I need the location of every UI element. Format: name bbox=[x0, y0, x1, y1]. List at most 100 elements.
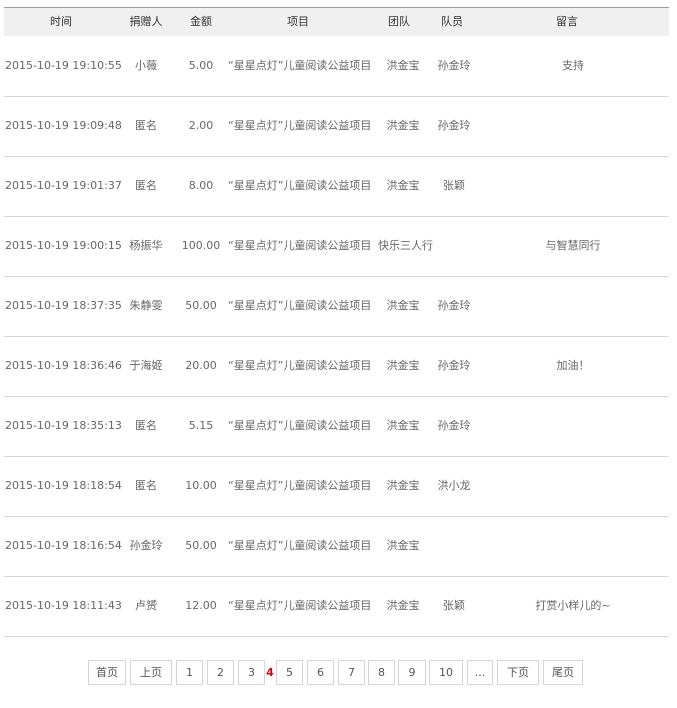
cell-member: 张颖 bbox=[443, 599, 465, 612]
header-member: 队员 bbox=[441, 15, 463, 28]
cell-donor: 匿名 bbox=[135, 119, 157, 132]
page-button-2[interactable]: 2 bbox=[207, 660, 234, 685]
cell-team: 洪金宝 bbox=[386, 119, 420, 132]
page-button-7[interactable]: 7 bbox=[338, 660, 365, 685]
cell-project: “星星点灯”儿童阅读公益项目 bbox=[228, 59, 372, 72]
cell-amount: 8.00 bbox=[188, 179, 214, 192]
cell-donor: 朱静雯 bbox=[129, 299, 163, 312]
cell-member bbox=[428, 216, 480, 276]
cell-message bbox=[484, 516, 662, 576]
cell-message: 加油！ bbox=[556, 359, 590, 372]
cell-member: 孙金玲 bbox=[437, 359, 471, 372]
cell-project: “星星点灯”儿童阅读公益项目 bbox=[228, 239, 372, 252]
cell-time: 2015-10-19 19:00:15 bbox=[5, 239, 122, 252]
cell-time: 2015-10-19 18:35:13 bbox=[5, 419, 122, 432]
cell-message bbox=[484, 96, 662, 156]
cell-donor: 孙金玲 bbox=[129, 539, 163, 552]
cell-project: “星星点灯”儿童阅读公益项目 bbox=[228, 359, 372, 372]
page-button-9[interactable]: 9 bbox=[398, 660, 426, 685]
cell-team: 洪金宝 bbox=[386, 359, 420, 372]
cell-team: 快乐三人行 bbox=[378, 239, 433, 252]
pagination-ellipsis: ... bbox=[467, 660, 493, 685]
table-row: 2015-10-19 19:00:15 杨振华 100.00 “星星点灯”儿童阅读公益… bbox=[4, 216, 669, 277]
first-page-button[interactable]: 首页 bbox=[88, 660, 126, 685]
cell-amount: 50.00 bbox=[185, 299, 217, 312]
cell-team: 洪金宝 bbox=[386, 299, 420, 312]
header-time: 时间 bbox=[50, 15, 72, 28]
table-header: 时间 捐赠人 金额 项目 团队 队员 留言 bbox=[4, 8, 669, 36]
table-row: 2015-10-19 18:16:54 孙金玲 50.00 “星星点灯”儿童阅读公益项… bbox=[4, 516, 669, 577]
cell-time: 2015-10-19 18:11:43 bbox=[5, 599, 122, 612]
table-row: 2015-10-19 18:18:54 匿名 10.00 “星星点灯”儿童阅读公益项目… bbox=[4, 456, 669, 517]
cell-member bbox=[428, 516, 480, 576]
cell-team: 洪金宝 bbox=[386, 419, 420, 432]
cell-message bbox=[484, 456, 662, 516]
pagination: 首页 上页 1 2 3 4 5 6 7 8 9 10 ... 下页 尾页 bbox=[4, 660, 669, 685]
page-button-1[interactable]: 1 bbox=[176, 660, 203, 685]
cell-message bbox=[484, 276, 662, 336]
table-row: 2015-10-19 19:10:55 小薇 5.00 “星星点灯”儿童阅读公益项目 洪… bbox=[4, 36, 669, 97]
page-button-10[interactable]: 10 bbox=[429, 660, 463, 685]
cell-project: “星星点灯”儿童阅读公益项目 bbox=[228, 299, 372, 312]
header-message: 留言 bbox=[556, 15, 578, 28]
header-donor: 捐赠人 bbox=[129, 15, 163, 28]
cell-time: 2015-10-19 18:16:54 bbox=[5, 539, 122, 552]
header-amount: 金额 bbox=[190, 15, 212, 28]
cell-amount: 5.00 bbox=[188, 59, 214, 72]
page-button-5[interactable]: 5 bbox=[276, 660, 303, 685]
cell-message: 支持 bbox=[562, 59, 584, 72]
cell-donor: 卢赟 bbox=[135, 599, 157, 612]
cell-member: 洪小龙 bbox=[437, 479, 471, 492]
cell-donor: 于海姬 bbox=[129, 359, 163, 372]
next-page-button[interactable]: 下页 bbox=[497, 660, 539, 685]
cell-message: 与智慧同行 bbox=[545, 239, 601, 252]
cell-time: 2015-10-19 19:01:37 bbox=[5, 179, 122, 192]
cell-donor: 杨振华 bbox=[129, 239, 163, 252]
cell-donor: 匿名 bbox=[135, 179, 157, 192]
cell-time: 2015-10-19 18:18:54 bbox=[5, 479, 122, 492]
page-button-6[interactable]: 6 bbox=[307, 660, 334, 685]
cell-member: 孙金玲 bbox=[437, 119, 471, 132]
table-row: 2015-10-19 18:35:13 匿名 5.15 “星星点灯”儿童阅读公益项目 洪… bbox=[4, 396, 669, 457]
page-button-3[interactable]: 3 bbox=[238, 660, 265, 685]
cell-team: 洪金宝 bbox=[386, 599, 420, 612]
table-row: 2015-10-19 19:09:48 匿名 2.00 “星星点灯”儿童阅读公益项目 洪… bbox=[4, 96, 669, 157]
cell-amount: 12.00 bbox=[185, 599, 217, 612]
last-page-button[interactable]: 尾页 bbox=[543, 660, 583, 685]
cell-team: 洪金宝 bbox=[386, 539, 420, 552]
header-project: 项目 bbox=[287, 15, 309, 28]
cell-project: “星星点灯”儿童阅读公益项目 bbox=[228, 119, 372, 132]
cell-message bbox=[484, 396, 662, 456]
cell-amount: 100.00 bbox=[181, 239, 221, 252]
table-row: 2015-10-19 18:36:46 于海姬 20.00 “星星点灯”儿童阅读公益项… bbox=[4, 336, 669, 397]
cell-team: 洪金宝 bbox=[386, 59, 420, 72]
cell-amount: 2.00 bbox=[188, 119, 214, 132]
table-row: 2015-10-19 18:11:43 卢赟 12.00 “星星点灯”儿童阅读公益项目… bbox=[4, 576, 669, 637]
cell-time: 2015-10-19 19:10:55 bbox=[5, 59, 122, 72]
cell-project: “星星点灯”儿童阅读公益项目 bbox=[228, 599, 372, 612]
cell-message bbox=[484, 156, 662, 216]
cell-donor: 匿名 bbox=[135, 419, 157, 432]
cell-time: 2015-10-19 18:37:35 bbox=[5, 299, 122, 312]
cell-message: 打赏小样儿的~ bbox=[535, 599, 611, 612]
cell-amount: 20.00 bbox=[185, 359, 217, 372]
current-page: 4 bbox=[266, 666, 274, 679]
cell-donor: 小薇 bbox=[135, 59, 157, 72]
cell-amount: 5.15 bbox=[188, 419, 214, 432]
cell-team: 洪金宝 bbox=[386, 179, 420, 192]
page-button-8[interactable]: 8 bbox=[368, 660, 395, 685]
cell-donor: 匿名 bbox=[135, 479, 157, 492]
cell-member: 孙金玲 bbox=[437, 419, 471, 432]
cell-member: 孙金玲 bbox=[437, 299, 471, 312]
cell-team: 洪金宝 bbox=[386, 479, 420, 492]
cell-project: “星星点灯”儿童阅读公益项目 bbox=[228, 539, 372, 552]
cell-project: “星星点灯”儿童阅读公益项目 bbox=[228, 179, 372, 192]
cell-amount: 10.00 bbox=[185, 479, 217, 492]
cell-project: “星星点灯”儿童阅读公益项目 bbox=[228, 479, 372, 492]
cell-member: 孙金玲 bbox=[437, 59, 471, 72]
cell-amount: 50.00 bbox=[185, 539, 217, 552]
cell-time: 2015-10-19 19:09:48 bbox=[5, 119, 122, 132]
cell-member: 张颖 bbox=[443, 179, 465, 192]
prev-page-button[interactable]: 上页 bbox=[130, 660, 172, 685]
cell-project: “星星点灯”儿童阅读公益项目 bbox=[228, 419, 372, 432]
